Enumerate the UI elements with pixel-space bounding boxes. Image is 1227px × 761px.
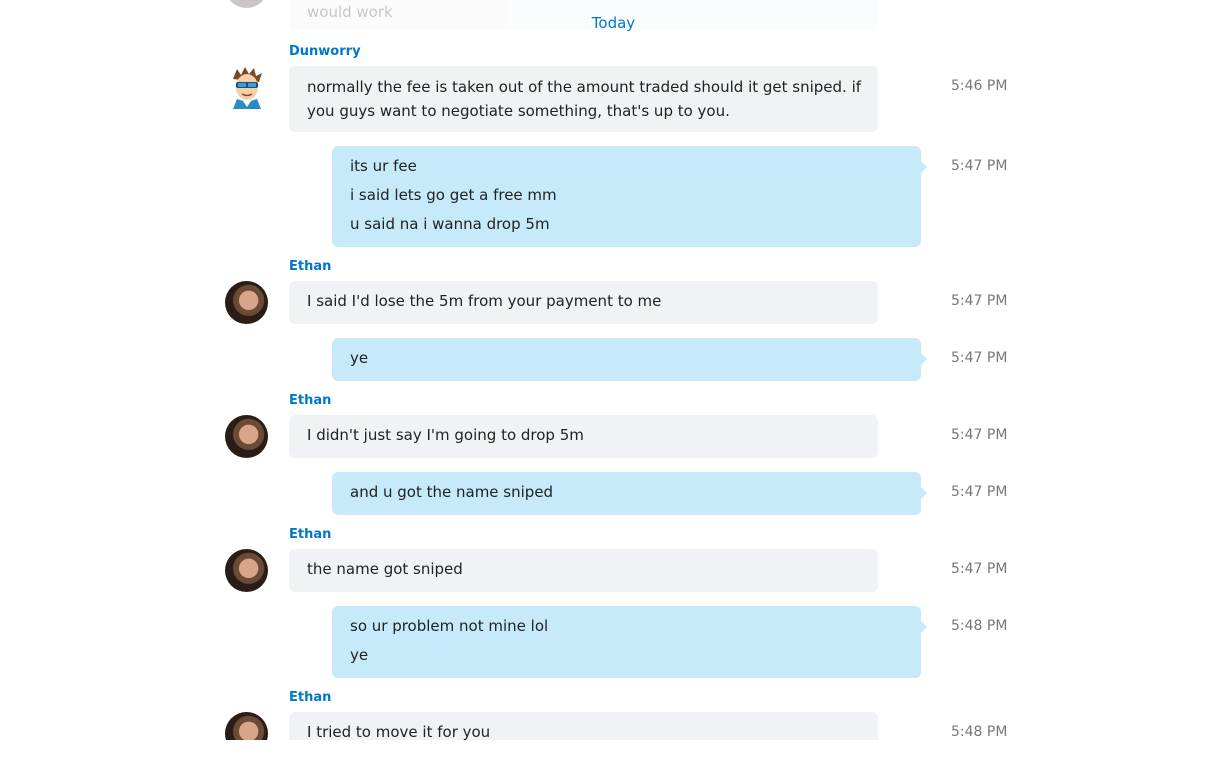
message-bubble[interactable]: the name got sniped: [289, 549, 878, 592]
timestamp: 5:47 PM: [951, 427, 1008, 443]
timestamp: 5:47 PM: [951, 158, 1008, 174]
message-text: I tried to move it for you: [307, 723, 491, 740]
message-bubble-outgoing[interactable]: its ur fee i said lets go get a free mm …: [332, 146, 927, 247]
timestamp: 5:47 PM: [951, 350, 1008, 366]
message-text: and u got the name sniped: [350, 483, 554, 501]
timestamp: 5:48 PM: [951, 724, 1008, 740]
message-text: I didn't just say I'm going to drop 5m: [307, 426, 584, 444]
message-text: I said I'd lose the 5m from your payment…: [307, 292, 662, 310]
message-bubble-outgoing[interactable]: and u got the name sniped: [332, 472, 927, 515]
sender-name[interactable]: Ethan: [289, 690, 331, 705]
message-text: the name got sniped: [307, 560, 463, 578]
message-text: normally the fee is taken out of the amo…: [307, 78, 862, 96]
message-bubble-outgoing[interactable]: ye: [332, 338, 927, 381]
timestamp: 5:47 PM: [951, 561, 1008, 577]
message-bubble[interactable]: I said I'd lose the 5m from your payment…: [289, 281, 878, 324]
message-text: ye: [350, 646, 369, 664]
sender-name[interactable]: Ethan: [289, 393, 331, 408]
sender-name[interactable]: Dunworry: [289, 44, 361, 59]
message-text: so ur problem not mine lol: [350, 617, 549, 635]
message-text: u said na i wanna drop 5m: [350, 215, 550, 233]
message-text: you guys want to negotiate something, th…: [307, 102, 730, 120]
timestamp: 5:47 PM: [951, 293, 1008, 309]
date-separator: Today: [591, 14, 636, 32]
message-bubble[interactable]: I didn't just say I'm going to drop 5m: [289, 415, 878, 458]
cartoon-avatar-icon[interactable]: [225, 65, 269, 109]
sender-name[interactable]: Ethan: [289, 259, 331, 274]
message-bubble[interactable]: I tried to move it for you: [289, 712, 878, 740]
chat-conversation[interactable]: would work Today Dunworry normally the f…: [0, 0, 1227, 740]
message-bubble-outgoing[interactable]: so ur problem not mine lol ye: [332, 606, 927, 678]
message-text: its ur fee: [350, 157, 417, 175]
avatar[interactable]: [225, 712, 268, 740]
avatar: [225, 0, 268, 8]
avatar[interactable]: [225, 549, 268, 592]
avatar[interactable]: [225, 281, 268, 324]
sender-name[interactable]: Ethan: [289, 527, 331, 542]
timestamp: 5:46 PM: [951, 78, 1008, 94]
message-text: i said lets go get a free mm: [350, 186, 557, 204]
message-bubble[interactable]: normally the fee is taken out of the amo…: [289, 66, 878, 132]
avatar[interactable]: [225, 415, 268, 458]
timestamp: 5:47 PM: [951, 484, 1008, 500]
timestamp: 5:48 PM: [951, 618, 1008, 634]
message-text: ye: [350, 349, 369, 367]
